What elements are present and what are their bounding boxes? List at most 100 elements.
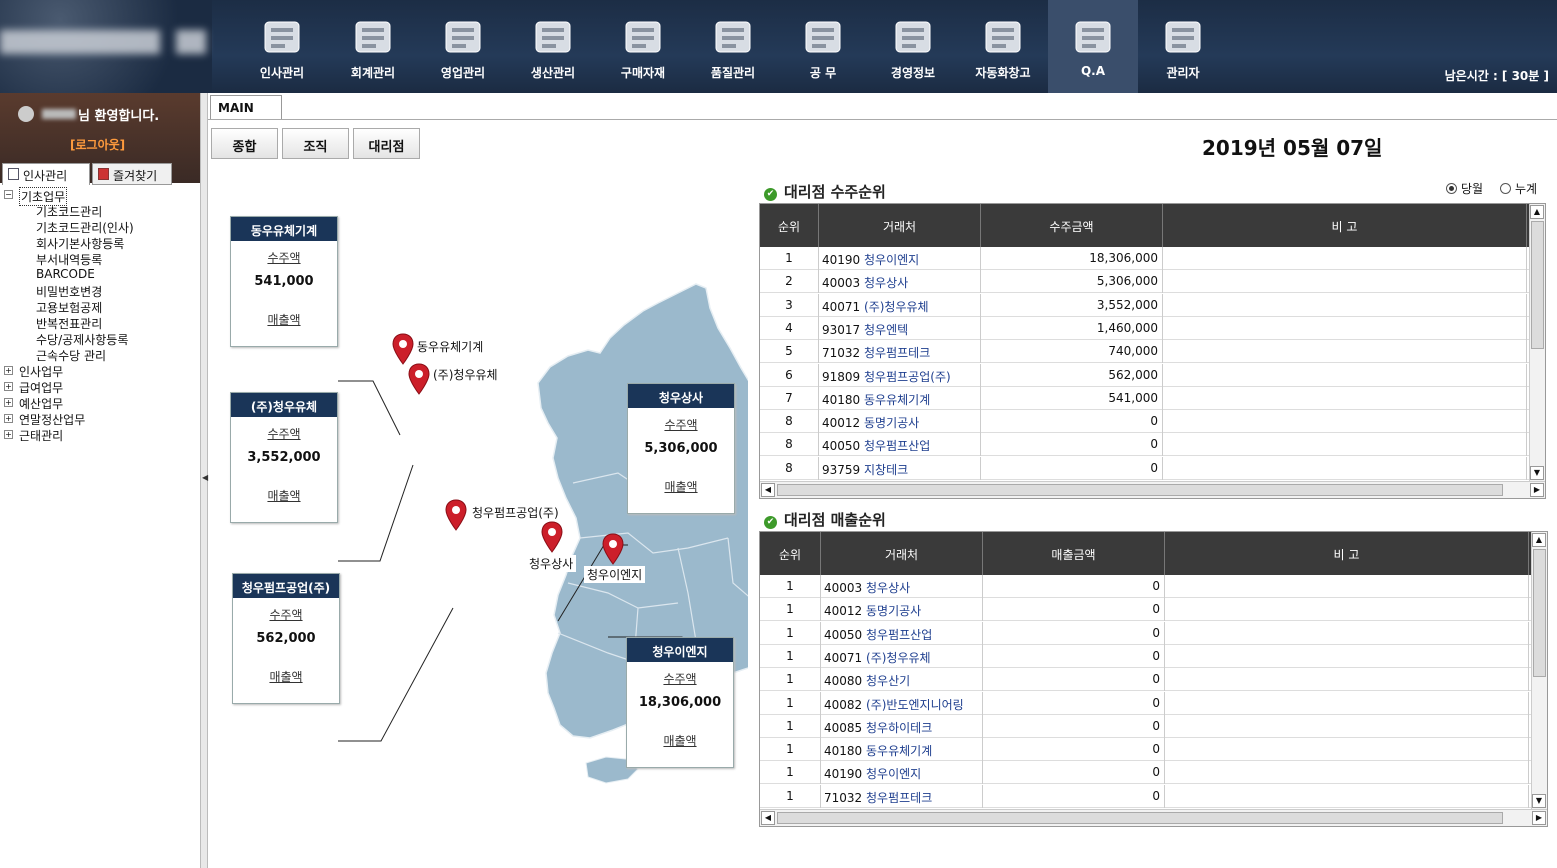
sales-amount-link[interactable]: 매출액 [628,478,734,495]
tab-main[interactable]: MAIN [210,95,282,120]
table-row[interactable]: 8 40012 동명기공사 0 [760,410,1529,434]
tree-leaf[interactable]: 고용보험공제 [36,299,102,315]
client-name[interactable]: 동명기공사 [866,604,921,618]
nav-cart-item[interactable]: 구매자재 [598,0,688,93]
tree-leaf[interactable]: 회사기본사항등록 [36,235,124,251]
order-amount-link[interactable]: 수주액 [628,416,734,433]
table-row[interactable]: 1 40082 (주)반도엔지니어링 0 [760,691,1531,715]
nav-handshake-item[interactable]: 영업관리 [418,0,508,93]
scroll-right-icon[interactable]: ▶ [1530,483,1544,497]
map-pin-icon[interactable] [445,499,467,531]
map-pin-icon[interactable] [541,521,563,553]
nav-tools-item[interactable]: 공 무 [778,0,868,93]
expand-icon[interactable]: + [4,366,13,375]
client-name[interactable]: 동명기공사 [864,416,919,430]
nav-admin-person-item[interactable]: 관리자 [1138,0,1228,93]
map-pin-icon[interactable] [408,363,430,395]
table-row[interactable]: 4 93017 청우엔텍 1,460,000 [760,316,1529,340]
table-row[interactable]: 1 40012 동명기공사 0 [760,598,1531,622]
column-header[interactable]: 매출금액 [983,532,1165,575]
client-name[interactable]: 청우산기 [866,674,910,688]
tree-leaf[interactable]: 근속수당 관리 [36,347,106,363]
expand-icon[interactable]: + [4,382,13,391]
map-pin-icon[interactable] [602,533,624,565]
expand-icon[interactable]: + [4,414,13,423]
sales-amount-link[interactable]: 매출액 [627,732,733,749]
table-row[interactable]: 1 40190 청우이엔지 18,306,000 [760,247,1529,270]
client-name[interactable]: 지창테크 [864,463,908,477]
column-header[interactable]: 순위 [760,204,819,247]
scroll-thumb[interactable] [1531,221,1544,349]
panel-splitter[interactable]: ◀ [200,93,208,868]
tree-leaf[interactable]: BARCODE [36,267,95,283]
client-name[interactable]: 청우이엔지 [866,767,921,781]
scroll-left-icon[interactable]: ◀ [761,483,775,497]
vertical-scrollbar[interactable]: ▲ ▼ [1529,204,1545,481]
nav-pie-check-item[interactable]: 품질관리 [688,0,778,93]
sales-amount-link[interactable]: 매출액 [231,487,337,504]
map-pin-icon[interactable] [392,333,414,365]
collapse-icon[interactable]: − [4,190,13,199]
client-name[interactable]: 동우유체기계 [864,393,930,407]
scroll-thumb[interactable] [777,484,1503,496]
scroll-up-icon[interactable]: ▲ [1532,533,1546,547]
table-row[interactable]: 7 40180 동우유체기계 541,000 [760,386,1529,410]
sales-amount-link[interactable]: 매출액 [231,311,337,328]
table-row[interactable]: 6 91809 청우펌프공업(주) 562,000 [760,363,1529,387]
client-name[interactable]: 동우유체기계 [866,744,932,758]
table-row[interactable]: 1 40085 청우하이테크 0 [760,714,1531,738]
nav-report-item[interactable]: Q.A [1048,0,1138,93]
tree-leaf[interactable]: 비밀번호변경 [36,283,102,299]
column-header[interactable]: 수주금액 [981,204,1163,247]
tree-leaf[interactable]: 부서내역등록 [36,251,102,267]
nav-box-item[interactable]: 생산관리 [508,0,598,93]
tree-leaf[interactable]: 기초코드관리(인사) [36,219,134,235]
table-row[interactable]: 1 40071 (주)청우유체 0 [760,644,1531,668]
column-header[interactable]: 비 고 [1163,204,1527,247]
table-row[interactable]: 1 40050 청우펌프산업 0 [760,621,1531,645]
tree-leaf[interactable]: 반복전표관리 [36,315,102,331]
nav-chart-arrow-item[interactable]: 회계관리 [328,0,418,93]
client-name[interactable]: (주)청우유체 [866,651,931,665]
client-name[interactable]: 청우펌프산업 [864,439,930,453]
radio-current-month[interactable]: 당월 [1446,180,1483,197]
column-header[interactable]: 순위 [760,532,821,575]
tree-leaf[interactable]: 수당/공제사항등록 [36,331,128,347]
tab-favorites[interactable]: 즐겨찾기 [92,163,172,185]
table-row[interactable]: 1 40180 동우유체기계 0 [760,738,1531,762]
client-name[interactable]: 청우펌프산업 [866,628,932,642]
table-row[interactable]: 2 40003 청우상사 5,306,000 [760,270,1529,294]
order-amount-link[interactable]: 수주액 [627,670,733,687]
client-name[interactable]: 청우펌프테크 [864,346,930,360]
nav-id-card-item[interactable]: 인사관리 [237,0,327,93]
scroll-left-icon[interactable]: ◀ [761,811,775,825]
horizontal-scrollbar[interactable]: ◀ ▶ [760,481,1545,498]
expand-icon[interactable]: + [4,398,13,407]
expand-icon[interactable]: + [4,430,13,439]
table-row[interactable]: 5 71032 청우펌프테크 740,000 [760,340,1529,364]
vertical-scrollbar[interactable]: ▲ ▼ [1531,532,1547,809]
client-name[interactable]: (주)청우유체 [864,300,929,314]
radio-cumulative[interactable]: 누계 [1500,180,1537,197]
column-header[interactable]: 거래처 [821,532,983,575]
table-row[interactable]: 1 40080 청우산기 0 [760,668,1531,692]
tab-hr[interactable]: 인사관리 [2,163,90,185]
nav-checklist-item[interactable]: 경영정보 [868,0,958,93]
sales-amount-link[interactable]: 매출액 [233,668,339,685]
client-name[interactable]: 청우펌프테크 [866,791,932,805]
order-amount-link[interactable]: 수주액 [231,425,337,442]
table-row[interactable]: 1 40003 청우상사 0 [760,575,1531,598]
tree-leaf[interactable]: 기초코드관리 [36,203,102,219]
client-name[interactable]: 청우엔텍 [864,323,908,337]
scroll-right-icon[interactable]: ▶ [1532,811,1546,825]
table-row[interactable]: 8 40050 청우펌프산업 0 [760,433,1529,457]
client-name[interactable]: 청우펌프공업(주) [864,370,951,384]
table-row[interactable]: 8 93759 지창테크 0 [760,456,1529,480]
scroll-thumb[interactable] [1533,549,1546,677]
order-amount-link[interactable]: 수주액 [233,606,339,623]
order-amount-link[interactable]: 수주액 [231,249,337,266]
table-row[interactable]: 3 40071 (주)청우유체 3,552,000 [760,293,1529,317]
client-name[interactable]: 청우상사 [866,581,910,595]
logout-link[interactable]: [로그아웃] [70,136,125,153]
client-name[interactable]: (주)반도엔지니어링 [866,698,964,712]
